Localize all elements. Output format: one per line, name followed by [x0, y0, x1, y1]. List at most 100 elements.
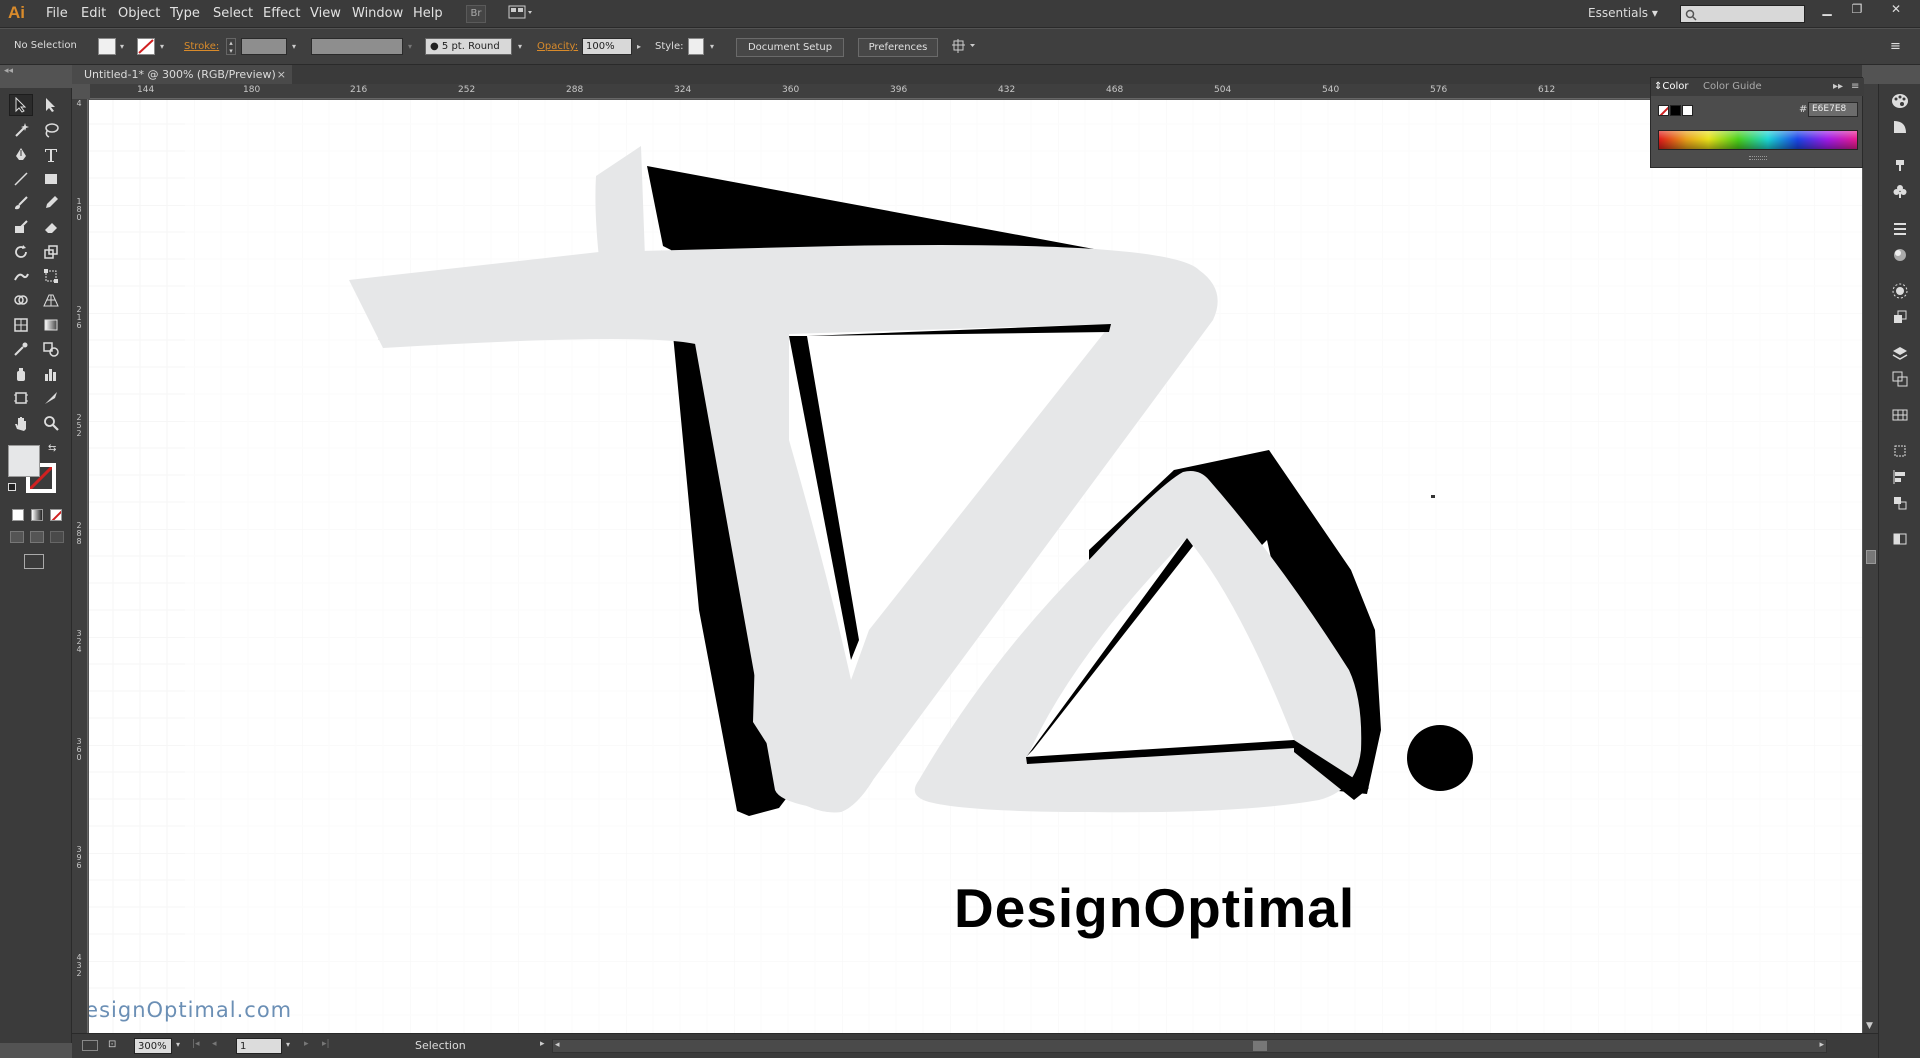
- stroke-label[interactable]: Stroke:: [184, 41, 219, 52]
- workspace-switcher[interactable]: Essentials ▾: [1588, 6, 1658, 20]
- document-setup-button[interactable]: Document Setup: [736, 38, 844, 57]
- scale-tool[interactable]: [39, 241, 63, 263]
- artboard-number-field[interactable]: 1: [236, 1038, 282, 1054]
- scroll-down-arrow[interactable]: ▼: [1866, 1021, 1873, 1031]
- rectangle-tool[interactable]: [39, 168, 63, 190]
- line-segment-tool[interactable]: [9, 168, 33, 190]
- color-guide-icon[interactable]: [1888, 116, 1912, 138]
- graphic-style-swatch[interactable]: [688, 38, 704, 55]
- color-spectrum-bar[interactable]: [1658, 130, 1858, 150]
- color-mode-button[interactable]: [12, 509, 24, 521]
- black-color-chip[interactable]: [1670, 105, 1681, 116]
- magic-wand-tool[interactable]: [9, 119, 33, 141]
- draw-behind-button[interactable]: [30, 531, 44, 543]
- status-menu-arrow[interactable]: ▸: [540, 1039, 545, 1049]
- close-tab-icon[interactable]: ×: [277, 65, 286, 84]
- blob-brush-tool[interactable]: [9, 216, 33, 238]
- transparency-panel-icon[interactable]: [1888, 528, 1912, 550]
- zoom-tool[interactable]: [39, 412, 63, 434]
- pathfinder-panel-icon[interactable]: [1888, 440, 1912, 462]
- bridge-button[interactable]: Br: [466, 5, 486, 23]
- first-artboard-button[interactable]: |◂: [192, 1039, 200, 1049]
- layers-panel-icon[interactable]: [1888, 342, 1912, 364]
- collapse-toolbox-icon[interactable]: ◂◂: [4, 66, 13, 76]
- perspective-grid-tool[interactable]: [39, 289, 63, 311]
- scroll-left-arrow[interactable]: ◂: [555, 1040, 560, 1050]
- restore-button[interactable]: ❐: [1846, 2, 1868, 18]
- artboard-open-icon[interactable]: ⊡: [108, 1039, 116, 1050]
- tab-color[interactable]: ⇕Color: [1654, 81, 1689, 92]
- pen-tool[interactable]: [9, 144, 33, 166]
- appearance-panel-icon[interactable]: [1888, 280, 1912, 302]
- default-colors-icon[interactable]: [8, 483, 16, 491]
- symbol-sprayer-tool[interactable]: [9, 363, 33, 385]
- arrange-icon[interactable]: [952, 38, 978, 57]
- rotate-tool[interactable]: [9, 241, 33, 263]
- artboard-nav-icon[interactable]: [82, 1040, 98, 1051]
- fill-dropdown-arrow[interactable]: ▾: [117, 38, 127, 55]
- scroll-right-arrow[interactable]: ▸: [1819, 1040, 1824, 1050]
- paintbrush-tool[interactable]: [9, 192, 33, 214]
- symbols-panel-icon[interactable]: [1888, 180, 1912, 202]
- brush-dropdown-arrow[interactable]: ▾: [515, 38, 525, 55]
- profile-dropdown-arrow[interactable]: ▾: [405, 38, 415, 55]
- panel-menu-icon[interactable]: ≡: [1851, 81, 1859, 92]
- fill-swatch[interactable]: [98, 38, 116, 55]
- fill-color-box[interactable]: [8, 445, 40, 477]
- stroke-dropdown-arrow[interactable]: ▾: [157, 38, 167, 55]
- selection-tool[interactable]: [9, 94, 33, 116]
- menu-help[interactable]: Help: [413, 6, 443, 21]
- lasso-tool[interactable]: [39, 119, 63, 141]
- pencil-tool[interactable]: [39, 192, 63, 214]
- brush-definition-dropdown[interactable]: ● 5 pt. Round: [425, 38, 512, 55]
- gradient-panel-icon[interactable]: [1888, 244, 1912, 266]
- panel-resize-grip[interactable]: [1749, 156, 1767, 160]
- opacity-label[interactable]: Opacity:: [537, 41, 578, 52]
- type-tool[interactable]: [39, 144, 63, 166]
- brushes-panel-icon[interactable]: [1888, 154, 1912, 176]
- eyedropper-tool[interactable]: [9, 338, 33, 360]
- artboard-dropdown-arrow[interactable]: ▾: [286, 1040, 290, 1049]
- graphic-styles-panel-icon[interactable]: [1888, 306, 1912, 328]
- help-search-input[interactable]: [1680, 5, 1805, 23]
- blend-tool[interactable]: [39, 338, 63, 360]
- collapse-panel-icon[interactable]: ▸▸: [1833, 81, 1843, 92]
- eraser-tool[interactable]: [39, 216, 63, 238]
- minimize-button[interactable]: ▁: [1816, 2, 1838, 18]
- artboard-tool[interactable]: [9, 387, 33, 409]
- zoom-dropdown-arrow[interactable]: ▾: [176, 1040, 180, 1049]
- tab-color-guide[interactable]: Color Guide: [1703, 81, 1762, 92]
- arrange-documents-button[interactable]: [506, 5, 536, 23]
- arrange-panel-icon[interactable]: [1888, 492, 1912, 514]
- none-color-chip[interactable]: [1658, 105, 1669, 116]
- transform-panel-icon[interactable]: [1888, 404, 1912, 426]
- vertical-scrollbar[interactable]: ▼: [1862, 84, 1878, 1033]
- menu-effect[interactable]: Effect: [263, 6, 300, 21]
- stroke-swatch[interactable]: [137, 38, 155, 55]
- slice-tool[interactable]: [39, 387, 63, 409]
- opacity-slider-arrow[interactable]: ▸: [634, 38, 644, 55]
- stroke-weight-stepper[interactable]: ▴ ▾: [226, 38, 236, 55]
- color-panel-icon[interactable]: [1888, 90, 1912, 112]
- close-window-button[interactable]: ✕: [1876, 2, 1916, 18]
- draw-normal-button[interactable]: [10, 531, 24, 543]
- menu-select[interactable]: Select: [213, 6, 253, 21]
- preferences-button[interactable]: Preferences: [858, 38, 938, 57]
- stroke-panel-icon[interactable]: [1888, 218, 1912, 240]
- direct-selection-tool[interactable]: [39, 94, 63, 116]
- stroke-weight-field[interactable]: [241, 38, 287, 55]
- last-artboard-button[interactable]: ▸|: [322, 1039, 330, 1049]
- next-artboard-button[interactable]: ▸: [304, 1039, 309, 1049]
- menu-edit[interactable]: Edit: [81, 6, 106, 21]
- hex-color-input[interactable]: E6E7E8: [1808, 102, 1858, 117]
- swap-colors-icon[interactable]: ⇆: [48, 443, 56, 454]
- artboard-canvas[interactable]: DesignOptimal DesignOptimal.com: [89, 100, 1862, 1033]
- horizontal-scroll-thumb[interactable]: [1253, 1041, 1267, 1051]
- artboards-panel-icon[interactable]: [1888, 368, 1912, 390]
- none-mode-button[interactable]: [50, 509, 62, 521]
- column-graph-tool[interactable]: [39, 363, 63, 385]
- menu-window[interactable]: Window: [352, 6, 403, 21]
- variable-width-profile[interactable]: [311, 38, 403, 55]
- control-bar-menu-icon[interactable]: ≡: [1890, 39, 1901, 54]
- menu-file[interactable]: File: [46, 6, 68, 21]
